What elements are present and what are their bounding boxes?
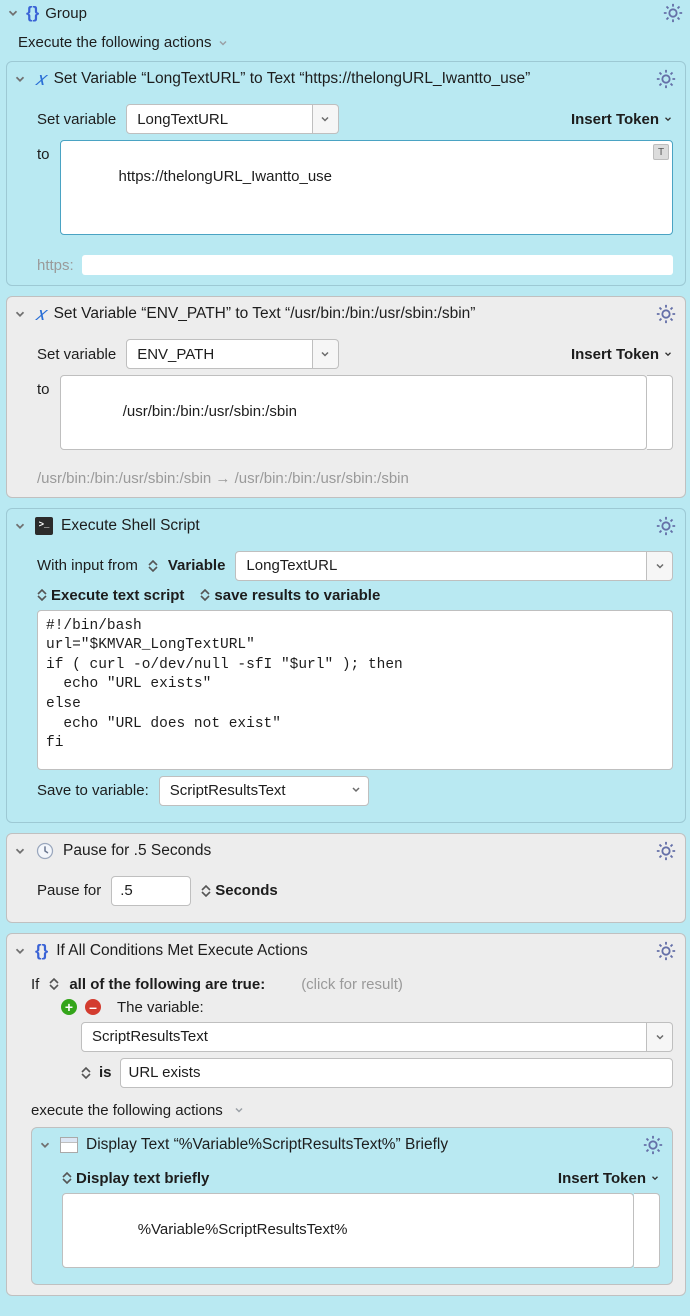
gear-icon[interactable] bbox=[655, 303, 677, 325]
group-title: Group bbox=[45, 5, 87, 22]
group-subtitle: Execute the following actions bbox=[18, 34, 211, 51]
gear-icon[interactable] bbox=[655, 840, 677, 862]
action-set-variable-2[interactable]: 𝑥 Set Variable “ENV_PATH” to Text “/usr/… bbox=[6, 296, 686, 498]
insert-token-button[interactable]: Insert Token bbox=[571, 111, 673, 128]
chevron-down-icon[interactable] bbox=[217, 37, 229, 49]
action-title: Execute Shell Script bbox=[61, 517, 200, 535]
gear-icon[interactable] bbox=[655, 515, 677, 537]
stepper-icon[interactable] bbox=[49, 978, 59, 990]
action-set-variable-1[interactable]: 𝑥 Set Variable “LongTextURL” to Text “ht… bbox=[6, 61, 686, 286]
stepper-icon[interactable] bbox=[148, 560, 158, 572]
footnote-prefix: https: bbox=[37, 257, 74, 274]
insert-token-button[interactable]: Insert Token bbox=[558, 1170, 660, 1187]
braces-icon: {} bbox=[35, 941, 48, 961]
display-text-value[interactable]: %Variable%ScriptResultsText% bbox=[62, 1193, 634, 1268]
value-stepper[interactable] bbox=[647, 375, 673, 450]
footnote: /usr/bin:/bin:/usr/sbin:/sbin → /usr/bin… bbox=[37, 470, 409, 487]
stepper-icon[interactable] bbox=[81, 1067, 91, 1079]
label-set-variable: Set variable bbox=[37, 346, 116, 363]
label-if: If bbox=[31, 976, 39, 993]
action-title: Pause for .5 Seconds bbox=[63, 842, 211, 860]
input-variable-select[interactable]: LongTextURL bbox=[235, 551, 647, 581]
action-title: Set Variable “ENV_PATH” to Text “/usr/bi… bbox=[54, 305, 476, 323]
terminal-icon: >_ bbox=[35, 517, 53, 535]
label-to: to bbox=[37, 140, 50, 163]
action-title: If All Conditions Met Execute Actions bbox=[56, 942, 308, 960]
chevron-down-icon[interactable] bbox=[313, 339, 339, 369]
disclosure-icon[interactable] bbox=[13, 72, 27, 86]
disclosure-icon[interactable] bbox=[13, 944, 27, 958]
chevron-down-icon[interactable] bbox=[647, 1022, 673, 1052]
action-if-block[interactable]: {} If All Conditions Met Execute Actions… bbox=[6, 933, 686, 1296]
variable-name-select[interactable]: ENV_PATH bbox=[126, 339, 312, 369]
variable-name-select[interactable]: LongTextURL bbox=[126, 104, 312, 134]
text-token-badge: T bbox=[653, 144, 669, 160]
display-mode-select[interactable]: Display text briefly bbox=[62, 1170, 209, 1187]
clock-icon bbox=[35, 841, 55, 861]
action-execute-shell-script[interactable]: >_ Execute Shell Script With input from … bbox=[6, 508, 686, 823]
input-source-mode[interactable]: Variable bbox=[168, 557, 226, 574]
action-title: Display Text “%Variable%ScriptResultsTex… bbox=[86, 1136, 448, 1154]
chevron-down-icon[interactable] bbox=[233, 1104, 245, 1116]
save-variable-select[interactable]: ScriptResultsText bbox=[159, 776, 369, 806]
variable-x-icon: 𝑥 bbox=[35, 305, 46, 324]
gear-icon[interactable] bbox=[655, 68, 677, 90]
result-hint[interactable]: (click for result) bbox=[301, 976, 403, 993]
execute-actions-label: execute the following actions bbox=[31, 1102, 223, 1119]
condition-type-label: The variable: bbox=[117, 999, 204, 1016]
value-stepper[interactable] bbox=[634, 1193, 660, 1268]
action-pause[interactable]: Pause for .5 Seconds Pause for Seconds bbox=[6, 833, 686, 923]
variable-x-icon: 𝑥 bbox=[35, 70, 46, 89]
pause-duration-input[interactable] bbox=[111, 876, 191, 906]
add-condition-button[interactable]: + bbox=[61, 999, 77, 1015]
insert-token-button[interactable]: Insert Token bbox=[571, 346, 673, 363]
value-textarea[interactable]: https://thelongURL_Iwantto_use T bbox=[60, 140, 673, 235]
disclosure-icon[interactable] bbox=[13, 844, 27, 858]
gear-icon[interactable] bbox=[662, 2, 684, 24]
label-to: to bbox=[37, 375, 50, 398]
label-save-to-variable: Save to variable: bbox=[37, 782, 149, 799]
if-mode[interactable]: all of the following are true: bbox=[69, 976, 265, 993]
script-mode-select[interactable]: Execute text script bbox=[37, 587, 184, 604]
condition-operator[interactable]: is bbox=[99, 1064, 112, 1081]
script-textarea[interactable]: #!/bin/bash url="$KMVAR_LongTextURL" if … bbox=[37, 610, 673, 770]
remove-condition-button[interactable]: – bbox=[85, 999, 101, 1015]
results-mode-select[interactable]: save results to variable bbox=[200, 587, 380, 604]
footnote-redacted bbox=[82, 255, 673, 275]
gear-icon[interactable] bbox=[642, 1134, 664, 1156]
label-set-variable: Set variable bbox=[37, 111, 116, 128]
label-with-input-from: With input from bbox=[37, 557, 138, 574]
disclosure-icon[interactable] bbox=[13, 307, 27, 321]
gear-icon[interactable] bbox=[655, 940, 677, 962]
disclosure-icon[interactable] bbox=[6, 6, 20, 20]
action-display-text[interactable]: Display Text “%Variable%ScriptResultsTex… bbox=[31, 1127, 673, 1285]
chevron-down-icon[interactable] bbox=[313, 104, 339, 134]
window-icon bbox=[60, 1137, 78, 1153]
pause-unit-select[interactable]: Seconds bbox=[201, 882, 278, 899]
condition-variable-select[interactable]: ScriptResultsText bbox=[81, 1022, 647, 1052]
label-pause-for: Pause for bbox=[37, 882, 101, 899]
group-braces-icon: {} bbox=[26, 3, 39, 23]
action-title: Set Variable “LongTextURL” to Text “http… bbox=[54, 70, 531, 88]
disclosure-icon[interactable] bbox=[13, 519, 27, 533]
chevron-down-icon[interactable] bbox=[647, 551, 673, 581]
value-textarea[interactable]: /usr/bin:/bin:/usr/sbin:/sbin bbox=[60, 375, 647, 450]
disclosure-icon[interactable] bbox=[38, 1138, 52, 1152]
condition-value-input[interactable] bbox=[120, 1058, 673, 1088]
